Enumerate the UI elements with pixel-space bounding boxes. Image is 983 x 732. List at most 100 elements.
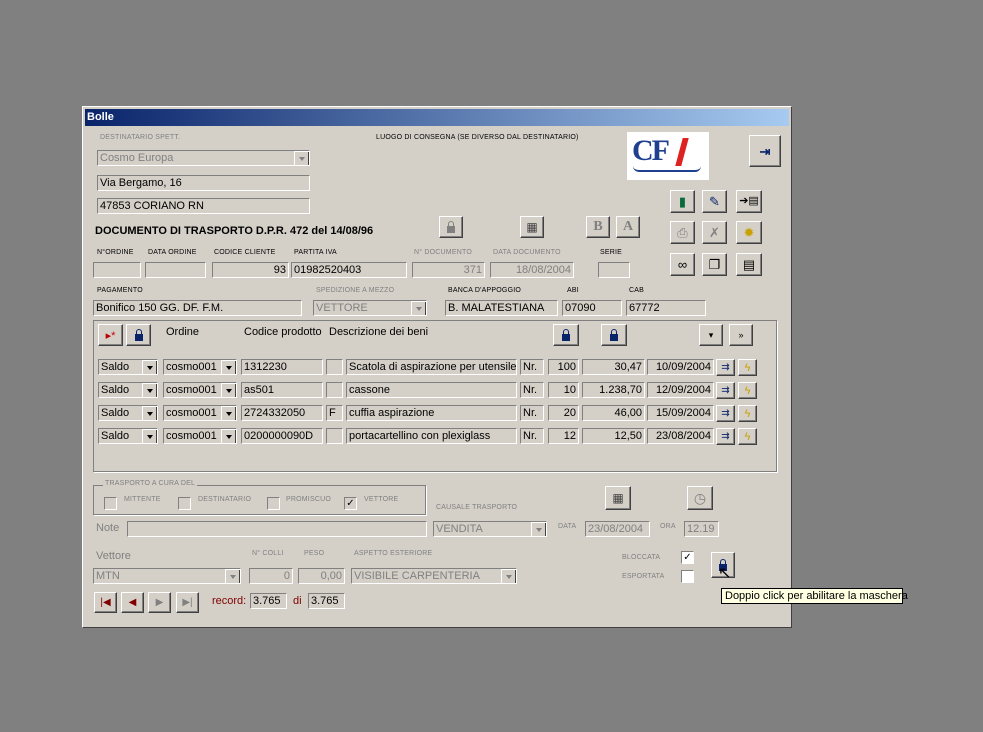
new-button[interactable]: ✹ xyxy=(736,221,762,244)
row-ordine-combo[interactable]: cosmo001 xyxy=(163,405,237,421)
chevron-down-icon[interactable] xyxy=(221,406,236,420)
last-record-button[interactable]: ▶| xyxy=(176,592,199,613)
esportata-checkbox[interactable] xyxy=(681,570,694,583)
spedizione-combo[interactable]: VETTORE xyxy=(313,300,427,316)
delete-button[interactable]: ✗ xyxy=(702,221,727,244)
row-descrizione-field[interactable]: cuffia aspirazione xyxy=(346,405,517,421)
row-um-field[interactable]: Nr. xyxy=(520,359,544,375)
row-qta-field[interactable]: 10 xyxy=(548,382,579,398)
n-documento-field[interactable]: 371 xyxy=(412,262,485,278)
clock-button[interactable]: ◷ xyxy=(687,486,713,510)
cab-field[interactable]: 67772 xyxy=(626,300,706,316)
row-descrizione-field[interactable]: Scatola di aspirazione per utensile c xyxy=(346,359,517,375)
exit-button[interactable]: ⇥ xyxy=(749,135,781,167)
row-action-button[interactable]: ϟ xyxy=(738,382,757,399)
bloccata-checkbox[interactable]: ✓ xyxy=(681,551,694,564)
row-prezzo-field[interactable]: 1.238,70 xyxy=(582,382,645,398)
chevron-down-icon[interactable] xyxy=(294,151,309,165)
vettore-combo[interactable]: MTN xyxy=(93,568,241,584)
bold-button[interactable]: B xyxy=(586,216,610,238)
row-data-field[interactable]: 12/09/2004 xyxy=(647,382,714,398)
search-button[interactable]: ∞ xyxy=(670,253,695,276)
citta-field[interactable]: 47853 CORIANO RN xyxy=(97,198,310,214)
row-codice-field[interactable]: 2724332050 xyxy=(241,405,323,421)
row-ordine-combo[interactable]: cosmo001 xyxy=(163,359,237,375)
chevron-down-icon[interactable] xyxy=(221,383,236,397)
edit-button[interactable]: ✎ xyxy=(702,190,727,213)
chevron-down-icon[interactable] xyxy=(142,383,157,397)
row-um-field[interactable]: Nr. xyxy=(520,405,544,421)
n-colli-field[interactable]: 0 xyxy=(249,568,293,584)
destinatario-combo[interactable]: Cosmo Europa xyxy=(97,150,310,166)
note-field[interactable] xyxy=(127,521,427,537)
row-ordine-combo[interactable]: cosmo001 xyxy=(163,428,237,444)
row-descrizione-field[interactable]: cassone xyxy=(346,382,517,398)
row-tipo-combo[interactable]: Saldo xyxy=(98,382,158,398)
row-transfer-button[interactable]: ⇉ xyxy=(716,405,735,422)
row-codice-field[interactable]: 1312230 xyxy=(241,359,323,375)
prev-record-button[interactable]: ◀ xyxy=(121,592,144,613)
row-qta-field[interactable]: 100 xyxy=(548,359,579,375)
pagamento-field[interactable]: Bonifico 150 GG. DF. F.M. xyxy=(93,300,302,316)
row-flag-field[interactable] xyxy=(326,382,343,398)
row-flag-field[interactable] xyxy=(326,428,343,444)
lock-rows-button[interactable] xyxy=(126,324,151,346)
indirizzo-field[interactable]: Via Bergamo, 16 xyxy=(97,175,310,191)
chevron-down-icon[interactable] xyxy=(142,429,157,443)
row-tipo-combo[interactable]: Saldo xyxy=(98,405,158,421)
serie-field[interactable] xyxy=(598,262,630,278)
data-ordine-field[interactable] xyxy=(145,262,206,278)
banca-field[interactable]: B. MALATESTIANA xyxy=(445,300,558,316)
next-record-button[interactable]: ▶ xyxy=(148,592,171,613)
scroll-down-button[interactable]: ▾ xyxy=(699,324,723,346)
row-tipo-combo[interactable]: Saldo xyxy=(98,428,158,444)
import-button[interactable]: ➔▤ xyxy=(736,190,762,213)
card-button[interactable]: ▤ xyxy=(736,253,762,276)
row-um-field[interactable]: Nr. xyxy=(520,382,544,398)
first-record-button[interactable]: |◀ xyxy=(94,592,117,613)
data-documento-field[interactable]: 18/08/2004 xyxy=(490,262,574,278)
last-row-button[interactable]: » xyxy=(729,324,753,346)
row-flag-field[interactable]: F xyxy=(326,405,343,421)
row-um-field[interactable]: Nr. xyxy=(520,428,544,444)
n-ordine-field[interactable] xyxy=(93,262,141,278)
destinatario-checkbox[interactable] xyxy=(178,497,191,510)
row-qta-field[interactable]: 20 xyxy=(548,405,579,421)
chevron-down-icon[interactable] xyxy=(221,360,236,374)
row-action-button[interactable]: ϟ xyxy=(738,405,757,422)
causale-combo[interactable]: VENDITA xyxy=(433,521,547,537)
record-current[interactable]: 3.765 xyxy=(250,593,287,609)
row-data-field[interactable]: 15/09/2004 xyxy=(647,405,714,421)
print-button[interactable]: ⎙ xyxy=(670,221,695,244)
row-action-button[interactable]: ϟ xyxy=(738,428,757,445)
font-button[interactable]: A xyxy=(616,216,640,238)
peso-field[interactable]: 0,00 xyxy=(298,568,345,584)
chevron-down-icon[interactable] xyxy=(531,522,546,536)
lock-price-button[interactable] xyxy=(601,324,627,346)
aspetto-combo[interactable]: VISIBILE CARPENTERIA xyxy=(351,568,517,584)
promiscuo-checkbox[interactable] xyxy=(267,497,280,510)
row-prezzo-field[interactable]: 46,00 xyxy=(582,405,645,421)
row-qta-field[interactable]: 12 xyxy=(548,428,579,444)
row-transfer-button[interactable]: ⇉ xyxy=(716,382,735,399)
calendar-button[interactable]: ▦ xyxy=(605,486,631,510)
row-prezzo-field[interactable]: 12,50 xyxy=(582,428,645,444)
book-button[interactable]: ▮ xyxy=(670,190,695,213)
chevron-down-icon[interactable] xyxy=(221,429,236,443)
row-transfer-button[interactable]: ⇉ xyxy=(716,428,735,445)
codice-cliente-field[interactable]: 93 xyxy=(212,262,289,278)
row-descrizione-field[interactable]: portacartellino con plexiglass xyxy=(346,428,517,444)
add-row-button[interactable]: ▸* xyxy=(98,324,123,346)
data-field[interactable]: 23/08/2004 xyxy=(585,521,650,537)
abi-field[interactable]: 07090 xyxy=(562,300,622,316)
row-ordine-combo[interactable]: cosmo001 xyxy=(163,382,237,398)
partita-iva-field[interactable]: 01982520403 xyxy=(291,262,407,278)
row-data-field[interactable]: 10/09/2004 xyxy=(647,359,714,375)
chevron-down-icon[interactable] xyxy=(225,569,240,583)
chevron-down-icon[interactable] xyxy=(411,301,426,315)
lock-toolbar-button[interactable] xyxy=(439,216,463,238)
row-flag-field[interactable] xyxy=(326,359,343,375)
row-data-field[interactable]: 23/08/2004 xyxy=(647,428,714,444)
copy-button[interactable]: ❐ xyxy=(702,253,727,276)
mittente-checkbox[interactable] xyxy=(104,497,117,510)
